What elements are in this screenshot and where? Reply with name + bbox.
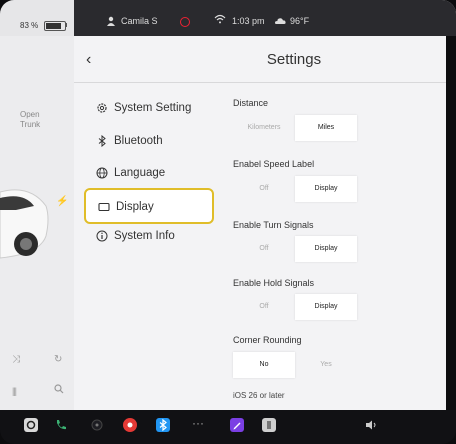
nav-label: Language <box>114 167 166 179</box>
speed-label-toggle: Off Display <box>233 176 357 202</box>
speed-label-label: Enabel Speed Label <box>233 159 315 169</box>
corner-rounding-toggle: No Yes <box>233 352 357 378</box>
open-trunk-button[interactable]: Open Trunk <box>20 110 40 130</box>
clock: 1:03 pm <box>232 16 265 26</box>
turn-signals-label: Enable Turn Signals <box>233 220 314 230</box>
battery-tip <box>65 23 67 27</box>
app-icon[interactable] <box>24 418 38 432</box>
hold-signals-toggle: Off Display <box>233 294 357 320</box>
back-button[interactable]: ‹ <box>86 51 91 69</box>
car-image <box>0 189 49 259</box>
battery-icon <box>44 21 66 31</box>
search-icon[interactable] <box>54 384 64 394</box>
nav-label: Display <box>116 201 154 213</box>
nav-item-system-info[interactable]: System Info <box>86 222 212 252</box>
wifi-icon <box>214 14 226 24</box>
volume-icon[interactable] <box>364 418 378 432</box>
display-option[interactable]: Display <box>295 176 357 202</box>
turn-signals-toggle: Off Display <box>233 236 357 262</box>
more-icon[interactable]: ··· <box>192 417 206 432</box>
screen: 83 % Camila S 1:03 pm 96°F Open Trunk ⚡ <box>0 0 456 444</box>
library-icon[interactable]: ||| <box>12 386 17 396</box>
off-option[interactable]: Off <box>233 236 295 262</box>
off-option[interactable]: Off <box>233 294 295 320</box>
camera-icon[interactable] <box>90 418 104 432</box>
kilometers-option[interactable]: Kilometers <box>233 115 295 141</box>
display-option[interactable]: Display <box>295 236 357 262</box>
card-icon[interactable] <box>262 418 276 432</box>
repeat-icon[interactable]: ↻ <box>54 354 62 365</box>
no-option[interactable]: No <box>233 352 295 378</box>
nav-item-bluetooth[interactable]: Bluetooth <box>86 127 212 157</box>
distance-toggle: Kilometers Miles <box>233 115 357 141</box>
divider <box>74 82 446 83</box>
display-option[interactable]: Display <box>295 294 357 320</box>
info-icon <box>96 230 108 242</box>
bluetooth-icon[interactable] <box>156 418 170 432</box>
gear-icon <box>97 103 107 113</box>
temperature: 96°F <box>290 16 310 26</box>
nav-item-language[interactable]: Language <box>86 159 212 189</box>
edit-icon[interactable] <box>230 418 244 432</box>
ios-note: iOS 26 or later <box>233 391 285 400</box>
miles-option[interactable]: Miles <box>295 115 357 141</box>
settings-panel: ‹ Settings System Setting Bluetooth Lang… <box>74 36 446 410</box>
nav-label: Bluetooth <box>114 135 163 147</box>
yes-option[interactable]: Yes <box>295 352 357 378</box>
music-icon[interactable] <box>123 418 137 432</box>
off-option[interactable]: Off <box>233 176 295 202</box>
nav-item-display[interactable]: Display <box>84 188 214 224</box>
user-icon <box>107 16 115 26</box>
distance-label: Distance <box>233 98 269 108</box>
globe-icon <box>96 167 108 179</box>
cloud-icon <box>275 18 286 24</box>
nav-item-system-setting[interactable]: System Setting <box>86 94 212 124</box>
display-icon <box>98 202 110 212</box>
phone-icon[interactable] <box>54 418 68 432</box>
nav-label: System Setting <box>114 102 192 114</box>
profile-name[interactable]: Camila S <box>121 16 158 26</box>
taskbar: ··· <box>0 410 456 444</box>
record-icon <box>180 17 190 27</box>
hold-signals-label: Enable Hold Signals <box>233 278 315 288</box>
page-title: Settings <box>266 51 322 68</box>
shuffle-icon[interactable]: ⤨ <box>12 354 20 365</box>
bluetooth-icon <box>98 135 106 147</box>
status-bar: 83 % Camila S 1:03 pm 96°F <box>0 0 456 36</box>
corner-rounding-label: Corner Rounding <box>233 335 302 345</box>
car-panel: Open Trunk ⚡ ⤨ ↻ ||| <box>0 36 74 410</box>
charging-bolt-icon: ⚡ <box>56 196 69 207</box>
battery-percent: 83 % <box>20 21 39 30</box>
nav-label: System Info <box>114 230 175 242</box>
